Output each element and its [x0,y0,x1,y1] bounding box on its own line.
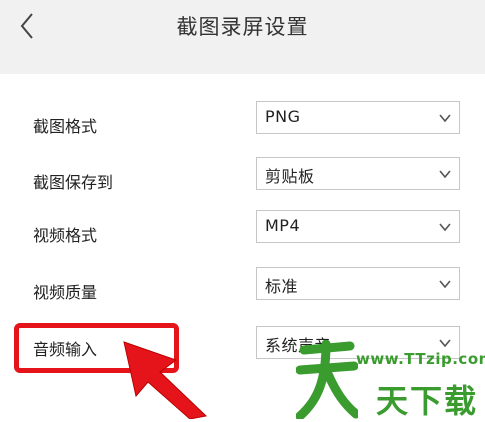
screenshot-format-value: PNG [265,107,301,126]
chevron-down-icon [439,114,451,123]
chevron-down-icon [439,170,451,179]
chevron-down-icon [439,223,451,232]
header-bar: 截图录屏设置 [0,0,485,74]
annotation-arrow-icon [123,341,208,419]
page-title: 截图录屏设置 [176,15,309,39]
screenshot-save-to-value: 剪贴板 [265,167,315,186]
chevron-down-icon [439,339,451,348]
watermark-site: www.TTzip.com [356,350,485,368]
video-format-label: 视频格式 [33,226,98,245]
screenshot-save-to-label: 截图保存到 [33,173,114,192]
video-format-select[interactable]: MP4 [256,210,460,243]
watermark-brand: 天下载 [376,382,479,420]
chevron-down-icon [439,280,451,289]
video-quality-value: 标准 [265,277,299,296]
screenshot-format-label: 截图格式 [33,117,98,136]
video-quality-select[interactable]: 标准 [256,267,460,300]
watermark-logo [296,340,358,419]
screenshot-format-select[interactable]: PNG [256,101,460,134]
screenshot-save-to-select[interactable]: 剪贴板 [256,157,460,190]
video-format-value: MP4 [265,216,301,235]
video-quality-label: 视频质量 [33,283,98,302]
